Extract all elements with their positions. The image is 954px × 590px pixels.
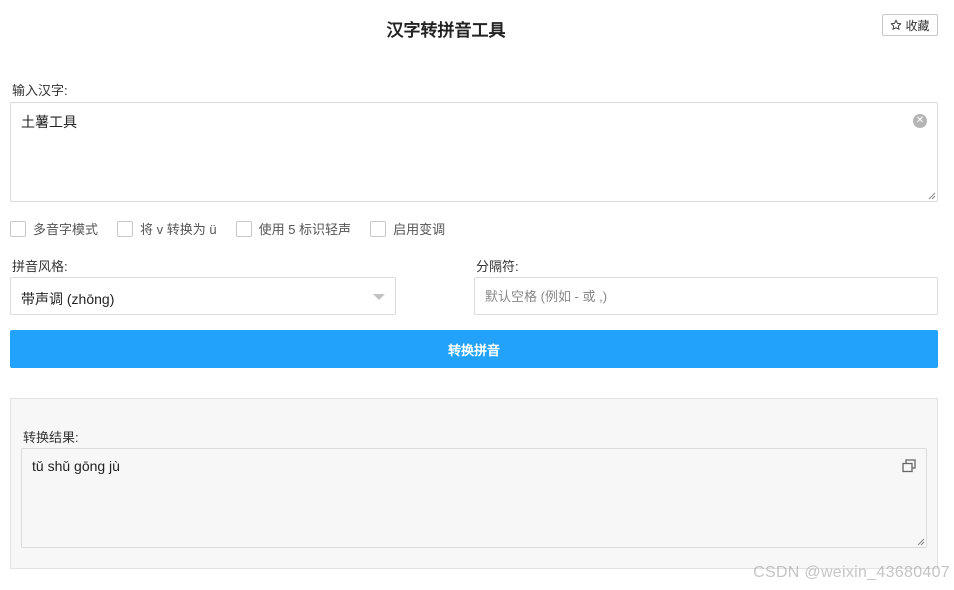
watermark: CSDN @weixin_43680407 xyxy=(753,564,950,581)
separator-input[interactable] xyxy=(474,277,938,315)
option-neutral-tone-label: 使用 5 标识轻声 xyxy=(258,222,352,237)
convert-button[interactable]: 转换拼音 xyxy=(10,330,938,368)
clear-icon[interactable]: ✕ xyxy=(913,114,927,128)
checkbox-tone-sandhi[interactable] xyxy=(370,220,387,237)
result-panel: 转换结果: tǔ shǔ gōng jù xyxy=(10,398,938,569)
pinyin-style-value: 带声调 (zhōng) xyxy=(21,291,115,307)
option-v-to-u-label: 将 v 转换为 ü xyxy=(140,222,217,237)
option-tone-sandhi[interactable]: 启用变调 xyxy=(370,219,445,238)
copy-icon[interactable] xyxy=(901,459,917,473)
result-value[interactable]: tǔ shǔ gōng jù xyxy=(32,458,120,474)
result-output[interactable]: tǔ shǔ gōng jù xyxy=(21,448,927,548)
star-icon xyxy=(891,19,902,30)
checkbox-neutral-tone[interactable] xyxy=(235,220,252,237)
option-v-to-u[interactable]: 将 v 转换为 ü xyxy=(117,219,217,238)
input-label: 输入汉字: xyxy=(12,83,68,98)
option-polyphone[interactable]: 多音字模式 xyxy=(10,219,98,238)
result-label: 转换结果: xyxy=(23,430,79,445)
checkbox-polyphone[interactable] xyxy=(10,220,26,237)
separator-label: 分隔符: xyxy=(476,259,519,274)
favorite-label: 收藏 xyxy=(905,18,930,33)
option-polyphone-label: 多音字模式 xyxy=(33,222,99,237)
checkbox-v-to-u[interactable] xyxy=(117,220,134,237)
options-row: 多音字模式 将 v 转换为 ü 使用 5 标识轻声 启用变调 xyxy=(10,219,464,238)
pinyin-style-select[interactable]: 带声调 (zhōng) xyxy=(10,277,396,315)
resize-grip-icon[interactable] xyxy=(916,537,925,546)
option-tone-sandhi-label: 启用变调 xyxy=(393,222,446,237)
chinese-input-value[interactable]: 土薯工具 xyxy=(21,112,77,132)
chinese-input[interactable]: 土薯工具 ✕ xyxy=(10,102,938,202)
style-label: 拼音风格: xyxy=(12,259,68,274)
chevron-down-icon xyxy=(373,294,385,300)
option-neutral-tone[interactable]: 使用 5 标识轻声 xyxy=(235,219,352,238)
resize-grip-icon[interactable] xyxy=(927,191,936,200)
page-title: 汉字转拼音工具 xyxy=(386,21,506,40)
favorite-button[interactable]: 收藏 xyxy=(882,14,938,36)
